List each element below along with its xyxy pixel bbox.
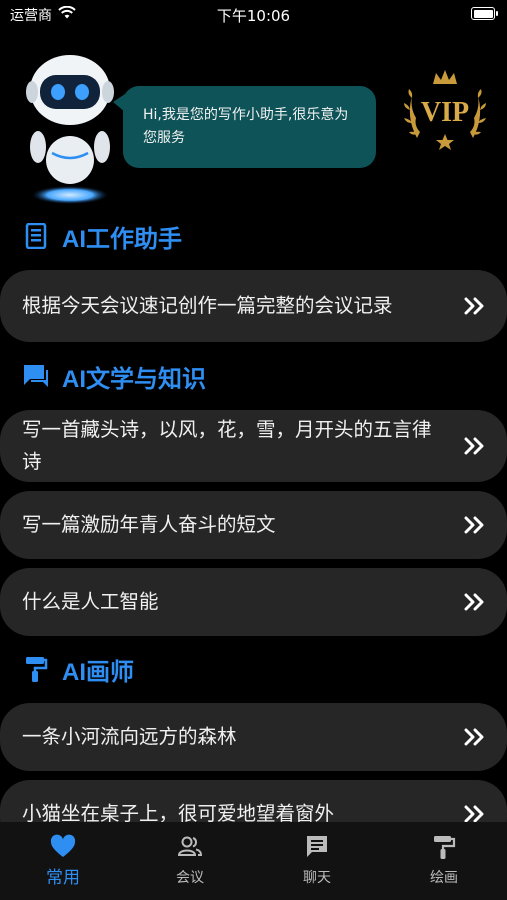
greeting-bubble: Hi,我是您的写作小助手,很乐意为您服务 [113, 86, 376, 168]
tab-chat[interactable]: 聊天 [254, 822, 380, 900]
status-bar: 运营商 下午10:06 [0, 0, 507, 28]
section-title: AI工作助手 [62, 225, 182, 253]
people-icon [177, 836, 203, 856]
double-chevron-right-icon [464, 593, 484, 611]
prompt-text: 根据今天会议速记创作一篇完整的会议记录 [22, 294, 393, 317]
prompt-card[interactable]: 什么是人工智能 [0, 568, 507, 636]
section-header-ai-painter: AI画师 [22, 651, 134, 687]
phone-doc-icon [25, 223, 47, 249]
double-chevron-right-icon [464, 516, 484, 534]
tab-drawing[interactable]: 绘画 [381, 822, 507, 900]
double-chevron-right-icon [464, 297, 484, 315]
prompt-text: 写一首藏头诗，以风，花，雪，月开头的五言律诗 [22, 418, 432, 473]
section-title: AI画师 [62, 658, 134, 686]
double-chevron-right-icon [464, 728, 484, 746]
tab-bar: 常用 会议 聊天 绘画 [0, 822, 507, 900]
heart-icon [50, 834, 76, 857]
tab-label: 常用 [46, 868, 80, 888]
vip-badge[interactable]: VIP [402, 68, 488, 150]
tab-meeting[interactable]: 会议 [127, 822, 253, 900]
tab-label: 绘画 [430, 870, 458, 886]
vip-text: VIP [421, 97, 469, 128]
prompt-text: 一条小河流向远方的森林 [22, 725, 237, 748]
prompt-text: 什么是人工智能 [22, 590, 159, 613]
tab-label: 聊天 [303, 870, 331, 886]
double-chevron-right-icon [464, 437, 484, 455]
prompt-card[interactable]: 写一篇激励年青人奋斗的短文 [0, 491, 507, 559]
crown-icon [433, 70, 457, 84]
chat-icon [24, 365, 48, 387]
double-chevron-right-icon [464, 805, 484, 823]
section-header-ai-literature: AI文学与知识 [22, 358, 206, 394]
tab-label: 会议 [176, 870, 204, 886]
robot-mascot-icon [26, 55, 114, 204]
prompt-text: 写一篇激励年青人奋斗的短文 [22, 513, 276, 536]
section-title: AI文学与知识 [62, 365, 206, 393]
prompt-card[interactable]: 根据今天会议速记创作一篇完整的会议记录 [0, 270, 507, 342]
greeting-text: Hi,我是您的写作小助手,很乐意为您服务 [143, 107, 349, 146]
tab-common[interactable]: 常用 [0, 822, 126, 900]
chat-icon [307, 836, 327, 857]
prompt-card[interactable]: 写一首藏头诗，以风，花，雪，月开头的五言律诗 [0, 410, 507, 482]
battery-icon [471, 7, 498, 20]
paint-roller-icon [434, 836, 456, 859]
prompt-card[interactable]: 一条小河流向远方的森林 [0, 703, 507, 771]
section-header-ai-work: AI工作助手 [22, 218, 182, 254]
clock: 下午10:06 [216, 7, 291, 25]
paint-roller-icon [26, 657, 48, 682]
